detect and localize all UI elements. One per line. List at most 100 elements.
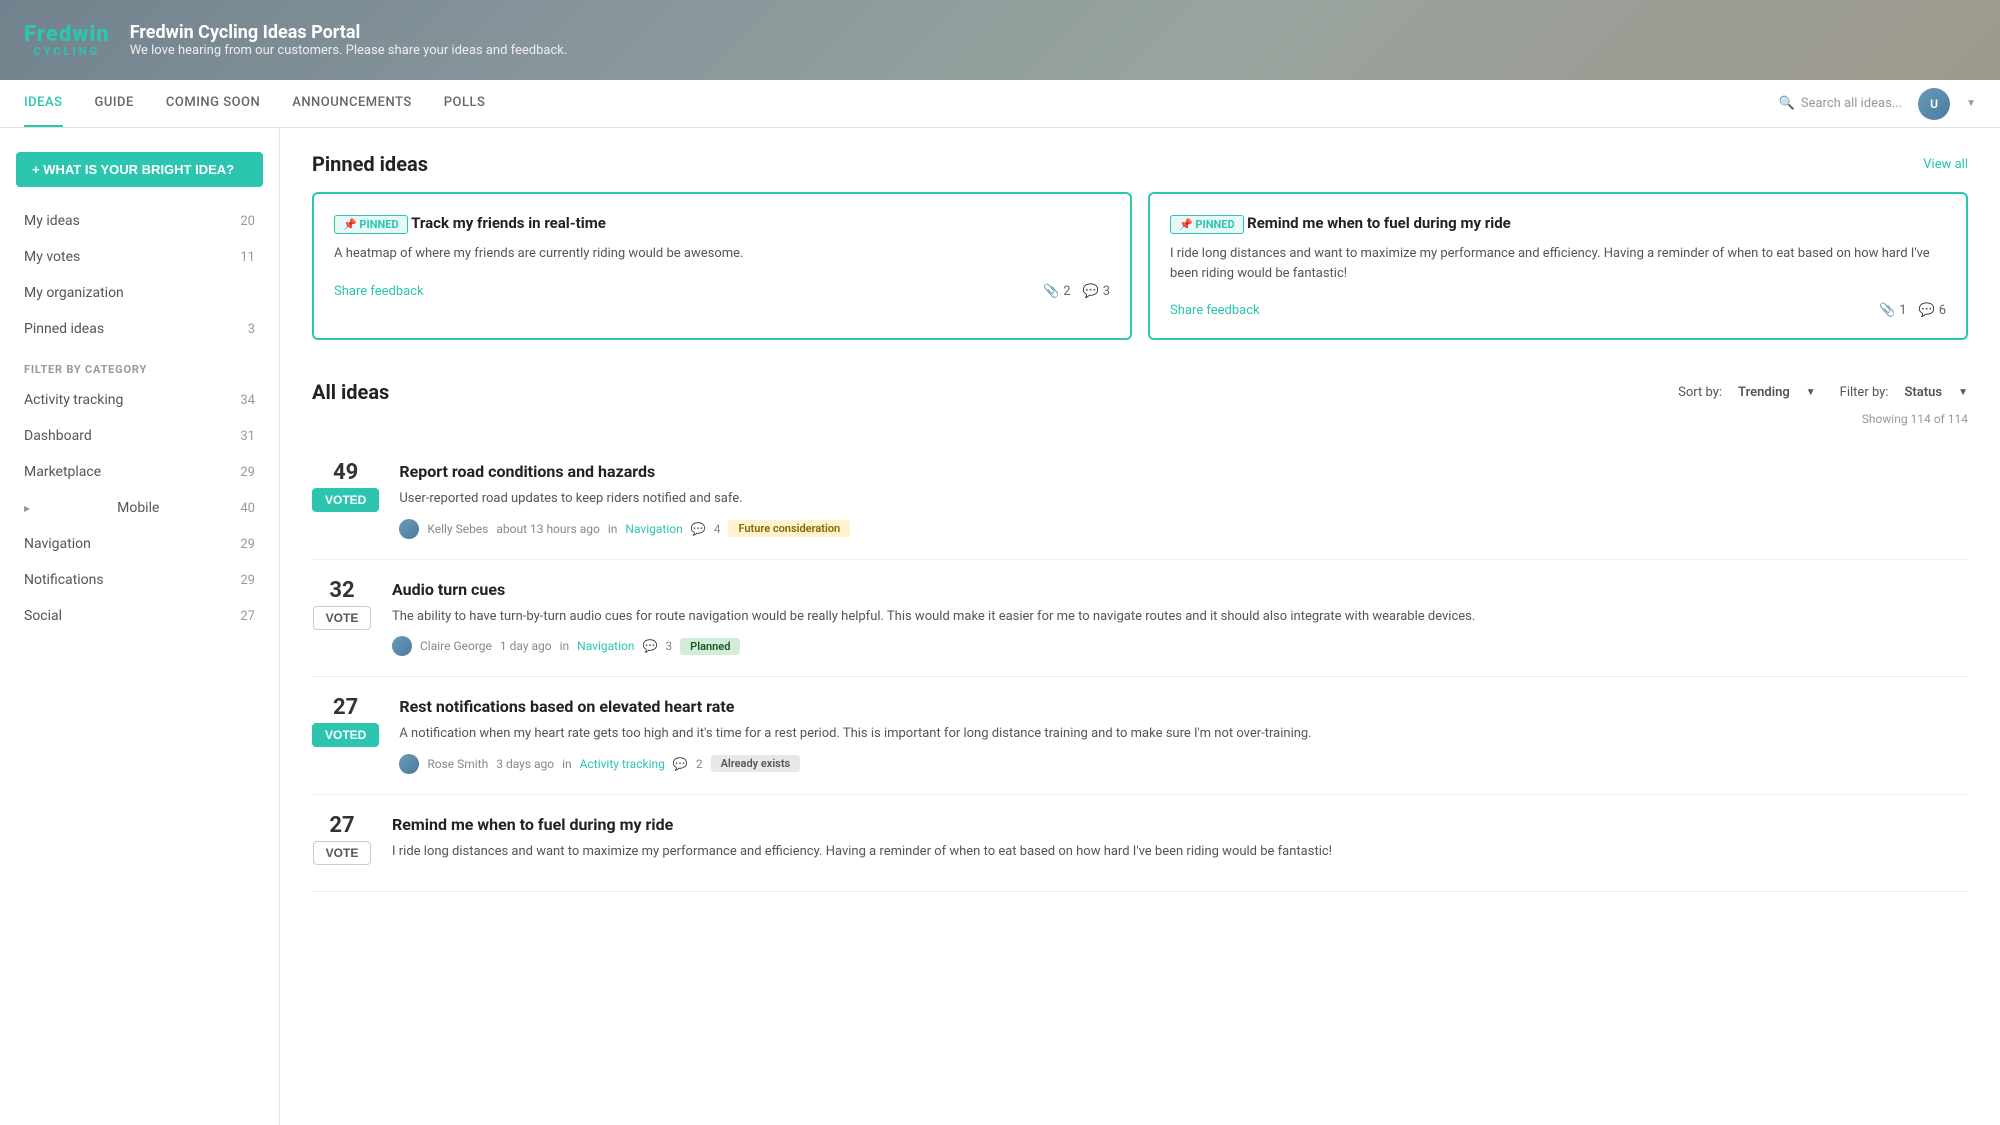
author-name-3: Rose Smith <box>427 757 488 771</box>
idea-title-1[interactable]: Report road conditions and hazards <box>399 462 1968 481</box>
pinned-card-title-1[interactable]: Track my friends in real-time <box>411 214 606 232</box>
idea-item-2: 32 VOTE Audio turn cues The ability to h… <box>312 560 1968 678</box>
navigation-label: Navigation <box>24 536 91 552</box>
sort-value[interactable]: Trending <box>1738 385 1790 400</box>
logo-top: Fredwin <box>24 24 110 46</box>
comments-stat-2: 💬 6 <box>1919 303 1947 318</box>
portal-title: Fredwin Cycling Ideas Portal <box>130 22 568 43</box>
filter-value[interactable]: Status <box>1905 385 1943 400</box>
vote-count-2: 32 <box>329 580 354 602</box>
pinned-card-title-2[interactable]: Remind me when to fuel during my ride <box>1247 214 1511 232</box>
sidebar-item-social[interactable]: Social 27 <box>0 598 279 634</box>
idea-category-label-3: in <box>562 757 572 771</box>
my-votes-label: My votes <box>24 249 80 265</box>
sidebar-item-dashboard[interactable]: Dashboard 31 <box>0 418 279 454</box>
idea-content-1: Report road conditions and hazards User-… <box>399 462 1968 539</box>
sidebar-item-navigation[interactable]: Navigation 29 <box>0 526 279 562</box>
comment-icon-idea-3: 💬 <box>673 757 688 771</box>
pinned-ideas-count: 3 <box>248 322 255 337</box>
idea-category-label-2: in <box>560 639 570 653</box>
tab-polls[interactable]: POLLS <box>444 80 486 127</box>
sidebar-item-pinned-ideas[interactable]: Pinned ideas 3 <box>0 311 279 347</box>
vote-button-4[interactable]: VOTE <box>313 841 372 865</box>
view-all-link[interactable]: View all <box>1923 157 1968 172</box>
sidebar-item-notifications[interactable]: Notifications 29 <box>0 562 279 598</box>
nav-right: 🔍 Search all ideas... U ▼ <box>1779 88 1976 120</box>
idea-category-1[interactable]: Navigation <box>625 522 682 536</box>
idea-category-3[interactable]: Activity tracking <box>580 757 665 771</box>
idea-time-2: 1 day ago <box>500 639 552 653</box>
sidebar-item-mobile[interactable]: Mobile 40 <box>0 490 279 526</box>
idea-desc-1: User-reported road updates to keep rider… <box>399 489 1968 509</box>
sidebar-item-my-organization[interactable]: My organization <box>0 275 279 311</box>
tab-coming-soon[interactable]: COMING SOON <box>166 80 260 127</box>
search-icon: 🔍 <box>1779 96 1795 111</box>
idea-title-3[interactable]: Rest notifications based on elevated hea… <box>399 697 1968 716</box>
vote-button-3[interactable]: VOTED <box>312 723 379 747</box>
comment-count-idea-2: 3 <box>665 639 672 653</box>
vote-section-2: 32 VOTE <box>312 580 372 630</box>
idea-item-3: 27 VOTED Rest notifications based on ele… <box>312 677 1968 795</box>
my-ideas-count: 20 <box>240 214 255 229</box>
comments-stat-1: 💬 3 <box>1083 284 1111 299</box>
vote-button-1[interactable]: VOTED <box>312 488 379 512</box>
comment-count-1: 3 <box>1103 284 1110 299</box>
all-ideas-title: All ideas <box>312 380 389 404</box>
sidebar-item-activity-tracking[interactable]: Activity tracking 34 <box>0 382 279 418</box>
idea-content-2: Audio turn cues The ability to have turn… <box>392 580 1968 657</box>
main-layout: + WHAT IS YOUR BRIGHT IDEA? My ideas 20 … <box>0 128 2000 1125</box>
status-badge-2: Planned <box>680 638 740 655</box>
share-feedback-1[interactable]: Share feedback <box>334 284 424 299</box>
nav-bar: IDEAS GUIDE COMING SOON ANNOUNCEMENTS PO… <box>0 80 2000 128</box>
sidebar-item-my-votes[interactable]: My votes 11 <box>0 239 279 275</box>
comment-icon-idea-2: 💬 <box>642 639 657 653</box>
author-name-1: Kelly Sebes <box>427 522 488 536</box>
my-organization-label: My organization <box>24 285 124 301</box>
comment-count-idea-3: 2 <box>696 757 703 771</box>
logo-bottom: CYCLING <box>34 46 100 57</box>
pinned-card-2: 📌 PINNED Remind me when to fuel during m… <box>1148 192 1968 340</box>
filter-label: Filter by: <box>1840 385 1889 400</box>
pinned-card-footer-2: Share feedback 📎 1 💬 6 <box>1170 303 1946 318</box>
new-idea-button[interactable]: + WHAT IS YOUR BRIGHT IDEA? <box>16 152 263 187</box>
tab-guide[interactable]: GUIDE <box>95 80 134 127</box>
sidebar: + WHAT IS YOUR BRIGHT IDEA? My ideas 20 … <box>0 128 280 1125</box>
sidebar-item-my-ideas[interactable]: My ideas 20 <box>0 203 279 239</box>
vote-section-3: 27 VOTED <box>312 697 379 747</box>
card-stats-1: 📎 2 💬 3 <box>1043 284 1110 299</box>
marketplace-label: Marketplace <box>24 464 101 480</box>
marketplace-count: 29 <box>240 465 255 480</box>
pinned-ideas-label: Pinned ideas <box>24 321 104 337</box>
pinned-section-header: Pinned ideas View all <box>312 152 1968 176</box>
pinned-card-desc-1: A heatmap of where my friends are curren… <box>334 244 1110 264</box>
dashboard-count: 31 <box>240 429 255 444</box>
idea-title-4[interactable]: Remind me when to fuel during my ride <box>392 815 1968 834</box>
vote-count-4: 27 <box>329 815 354 837</box>
pinned-grid: 📌 PINNED Track my friends in real-time A… <box>312 192 1968 340</box>
navigation-count: 29 <box>240 537 255 552</box>
share-feedback-2[interactable]: Share feedback <box>1170 303 1260 318</box>
my-ideas-label: My ideas <box>24 213 80 229</box>
idea-desc-2: The ability to have turn-by-turn audio c… <box>392 607 1968 627</box>
notifications-count: 29 <box>240 573 255 588</box>
tab-ideas[interactable]: IDEAS <box>24 80 63 127</box>
author-avatar-2 <box>392 636 412 656</box>
sidebar-item-marketplace[interactable]: Marketplace 29 <box>0 454 279 490</box>
sort-label: Sort by: <box>1678 385 1722 400</box>
comment-icon-2: 💬 <box>1919 303 1935 318</box>
avatar[interactable]: U <box>1918 88 1950 120</box>
tab-announcements[interactable]: ANNOUNCEMENTS <box>292 80 412 127</box>
pinned-card-desc-2: I ride long distances and want to maximi… <box>1170 244 1946 283</box>
vote-section-1: 49 VOTED <box>312 462 379 512</box>
logo[interactable]: Fredwin CYCLING <box>24 24 110 57</box>
comment-count-2: 6 <box>1939 303 1946 318</box>
search-box[interactable]: 🔍 Search all ideas... <box>1779 96 1902 111</box>
vote-button-2[interactable]: VOTE <box>313 606 372 630</box>
idea-desc-4: I ride long distances and want to maximi… <box>392 842 1968 862</box>
pinned-badge-1: 📌 PINNED <box>334 215 408 234</box>
main-content: Pinned ideas View all 📌 PINNED Track my … <box>280 128 2000 1125</box>
idea-time-1: about 13 hours ago <box>496 522 600 536</box>
idea-content-4: Remind me when to fuel during my ride I … <box>392 815 1968 872</box>
idea-category-2[interactable]: Navigation <box>577 639 634 653</box>
idea-title-2[interactable]: Audio turn cues <box>392 580 1968 599</box>
